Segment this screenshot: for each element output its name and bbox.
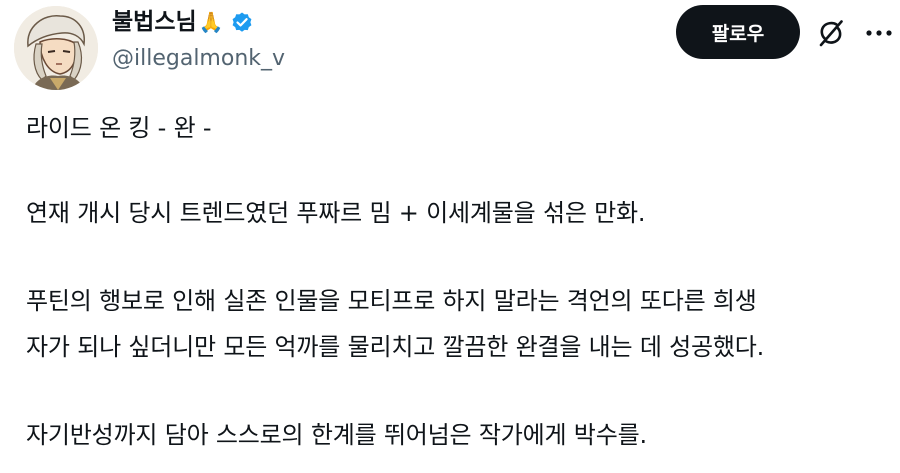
follow-button[interactable]: 팔로우: [676, 5, 800, 59]
avatar[interactable]: [14, 6, 98, 90]
pray-emoji: 🙏: [198, 10, 224, 34]
more-options-icon[interactable]: [862, 20, 896, 44]
avatar-image: [14, 6, 98, 90]
post-container: 불법스님 🙏 @illegalmonk_v 팔로우 라이드 온 킹 - 완 - …: [0, 0, 900, 473]
post-text-line: 연재 개시 당시 트렌드였던 푸짜르 밈 + 이세계물을 섞은 만화.: [26, 199, 646, 227]
verified-badge-icon[interactable]: [230, 10, 254, 34]
post-text-line: 자가 되나 싶더니만 모든 억까를 물리치고 깔끔한 완결을 내는 데 성공했다…: [26, 333, 765, 361]
post-text-line: 라이드 온 킹 - 완 -: [26, 114, 212, 142]
post-text-line: 자기반성까지 담아 스스로의 한계를 뛰어넘은 작가에게 박수를.: [26, 421, 647, 449]
author-name-row[interactable]: 불법스님 🙏: [112, 6, 254, 38]
post-text-line: 푸틴의 행보로 인해 실존 인물을 모티프로 하지 말라는 격언의 또다른 희생: [26, 287, 757, 315]
author-handle[interactable]: @illegalmonk_v: [112, 44, 285, 74]
post-header: 불법스님 🙏 @illegalmonk_v 팔로우: [0, 0, 900, 90]
grok-icon[interactable]: [815, 17, 847, 49]
display-name[interactable]: 불법스님: [112, 7, 197, 37]
